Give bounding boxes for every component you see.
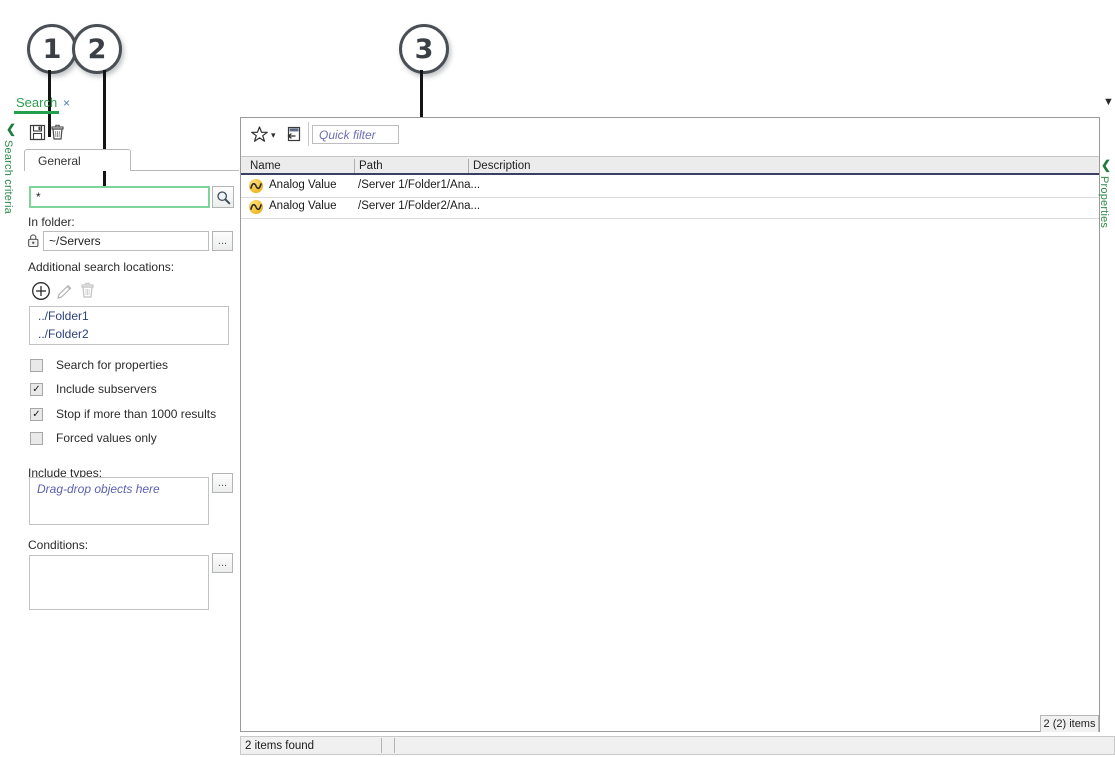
checkbox-row-include-subservers[interactable]: ✓ Include subservers — [30, 382, 157, 396]
checkbox-row-forced-values-only[interactable]: Forced values only — [30, 431, 157, 445]
analog-value-icon — [249, 179, 263, 193]
include-types-browse-label: ... — [217, 477, 228, 489]
cell-name: Analog Value — [269, 179, 337, 191]
search-icon — [216, 190, 230, 204]
additional-locations-label: Additional search locations: — [28, 260, 175, 274]
checkbox-row-stop-if-more-than-1000-results[interactable]: ✓ Stop if more than 1000 results — [30, 407, 216, 421]
callout-2: 2 — [72, 24, 122, 74]
toolbar-separator — [308, 122, 309, 146]
trash-icon-svg — [51, 124, 64, 140]
add-location-icon[interactable] — [30, 280, 51, 301]
checkbox-forced-values-only[interactable] — [30, 431, 43, 445]
in-folder-value: ~/Servers — [49, 234, 101, 248]
conditions-label: Conditions: — [28, 538, 89, 552]
quick-filter-input[interactable]: Quick filter — [312, 125, 399, 144]
delete-icon[interactable] — [48, 123, 67, 142]
include-types-dropzone[interactable]: Drag-drop objects here — [29, 477, 209, 525]
search-button[interactable] — [212, 186, 234, 208]
callout-1: 1 — [27, 24, 77, 74]
dock-tab-search-criteria[interactable]: Search criteria — [2, 140, 14, 214]
item-count-label: 2 (2) items — [1043, 718, 1096, 730]
collapse-properties-icon[interactable]: ❮ — [1101, 158, 1111, 172]
favorites-icon[interactable] — [249, 124, 269, 144]
column-divider[interactable] — [354, 159, 355, 173]
table-row[interactable]: Analog Value /Server 1/Folder2/Ana... — [241, 197, 1099, 219]
in-folder-browse-label: ... — [217, 235, 228, 247]
column-header-description[interactable]: Description — [473, 160, 531, 172]
tab-general[interactable]: General — [24, 149, 131, 171]
in-folder-browse-button[interactable]: ... — [212, 231, 233, 251]
status-separator — [394, 738, 395, 753]
cell-path: /Server 1/Folder2/Ana... — [358, 200, 481, 212]
checkbox-label-stop-if-more-than-1000-results: Stop if more than 1000 results — [56, 407, 217, 421]
application-window: 1 2 3 ❮ Search criteria Search × General — [0, 0, 1115, 757]
panel-menu-chevron-down-icon[interactable]: ▼ — [1103, 96, 1114, 108]
tab-search-label[interactable]: Search — [16, 95, 57, 110]
star-icon — [250, 125, 268, 142]
analog-value-icon-svg — [250, 203, 262, 211]
checkbox-stop-if-more-than-1000-results[interactable]: ✓ — [30, 407, 43, 421]
tab-search-active-indicator — [14, 111, 59, 114]
conditions-browse-button[interactable]: ... — [212, 553, 233, 573]
remove-location-icon[interactable] — [78, 281, 97, 300]
search-input[interactable]: * — [29, 186, 210, 208]
tab-strip-rule — [131, 170, 239, 171]
column-header-name[interactable]: Name — [250, 160, 281, 172]
callout-2-leader — [103, 70, 106, 194]
checkbox-include-subservers[interactable]: ✓ — [30, 382, 43, 396]
item-count-badge: 2 (2) items — [1040, 715, 1099, 732]
in-folder-input[interactable]: ~/Servers — [43, 231, 209, 251]
include-types-placeholder: Drag-drop objects here — [37, 482, 160, 496]
plus-circle-icon — [31, 281, 50, 300]
callout-3-number: 3 — [414, 33, 434, 65]
edit-location-icon[interactable] — [54, 281, 74, 301]
search-input-value: * — [36, 190, 41, 204]
save-icon[interactable] — [28, 123, 47, 142]
favorites-caret-icon[interactable]: ▾ — [271, 130, 276, 141]
tab-general-label: General — [38, 153, 81, 168]
checkbox-label-search-for-properties: Search for properties — [56, 358, 169, 372]
column-divider[interactable] — [468, 159, 469, 173]
checkbox-label-include-subservers: Include subservers — [56, 382, 157, 396]
flat-view-icon[interactable] — [283, 124, 303, 144]
lock-icon-svg — [27, 233, 38, 247]
flat-view-icon-svg — [287, 126, 300, 141]
callout-1-number: 1 — [42, 33, 62, 65]
analog-value-icon-svg — [250, 182, 262, 190]
status-bar: 2 items found — [240, 736, 1115, 755]
server-lock-icon — [25, 232, 41, 248]
status-separator — [381, 738, 382, 753]
tab-search-close-icon[interactable]: × — [63, 96, 70, 110]
include-types-browse-button[interactable]: ... — [212, 473, 233, 493]
conditions-browse-label: ... — [217, 557, 228, 569]
table-row[interactable]: Analog Value /Server 1/Folder1/Ana... — [241, 176, 1099, 198]
column-header-path[interactable]: Path — [359, 160, 383, 172]
additional-locations-list[interactable]: ../Folder1 ../Folder2 — [29, 306, 229, 345]
cell-path: /Server 1/Folder1/Ana... — [358, 179, 481, 191]
in-folder-label: In folder: — [28, 215, 75, 229]
callout-2-number: 2 — [87, 33, 107, 65]
checkbox-label-forced-values-only: Forced values only — [56, 431, 157, 445]
trash-small-icon — [81, 282, 94, 298]
pencil-icon — [56, 284, 71, 299]
results-column-header: Name Path Description — [241, 156, 1099, 175]
list-item[interactable]: ../Folder2 — [30, 325, 228, 343]
quick-filter-placeholder: Quick filter — [319, 127, 376, 142]
conditions-value — [30, 556, 208, 560]
list-item[interactable]: ../Folder1 — [30, 307, 228, 325]
checkbox-row-search-for-properties[interactable]: Search for properties — [30, 358, 168, 372]
collapse-search-criteria-icon[interactable]: ❮ — [6, 122, 16, 136]
conditions-box[interactable] — [29, 555, 209, 610]
analog-value-icon — [249, 200, 263, 214]
cell-name: Analog Value — [269, 200, 337, 212]
dock-tab-properties[interactable]: Properties — [1098, 176, 1110, 228]
save-icon-svg — [29, 124, 46, 141]
status-text: 2 items found — [245, 739, 315, 752]
checkbox-search-for-properties[interactable] — [30, 358, 43, 372]
callout-3: 3 — [399, 24, 449, 74]
